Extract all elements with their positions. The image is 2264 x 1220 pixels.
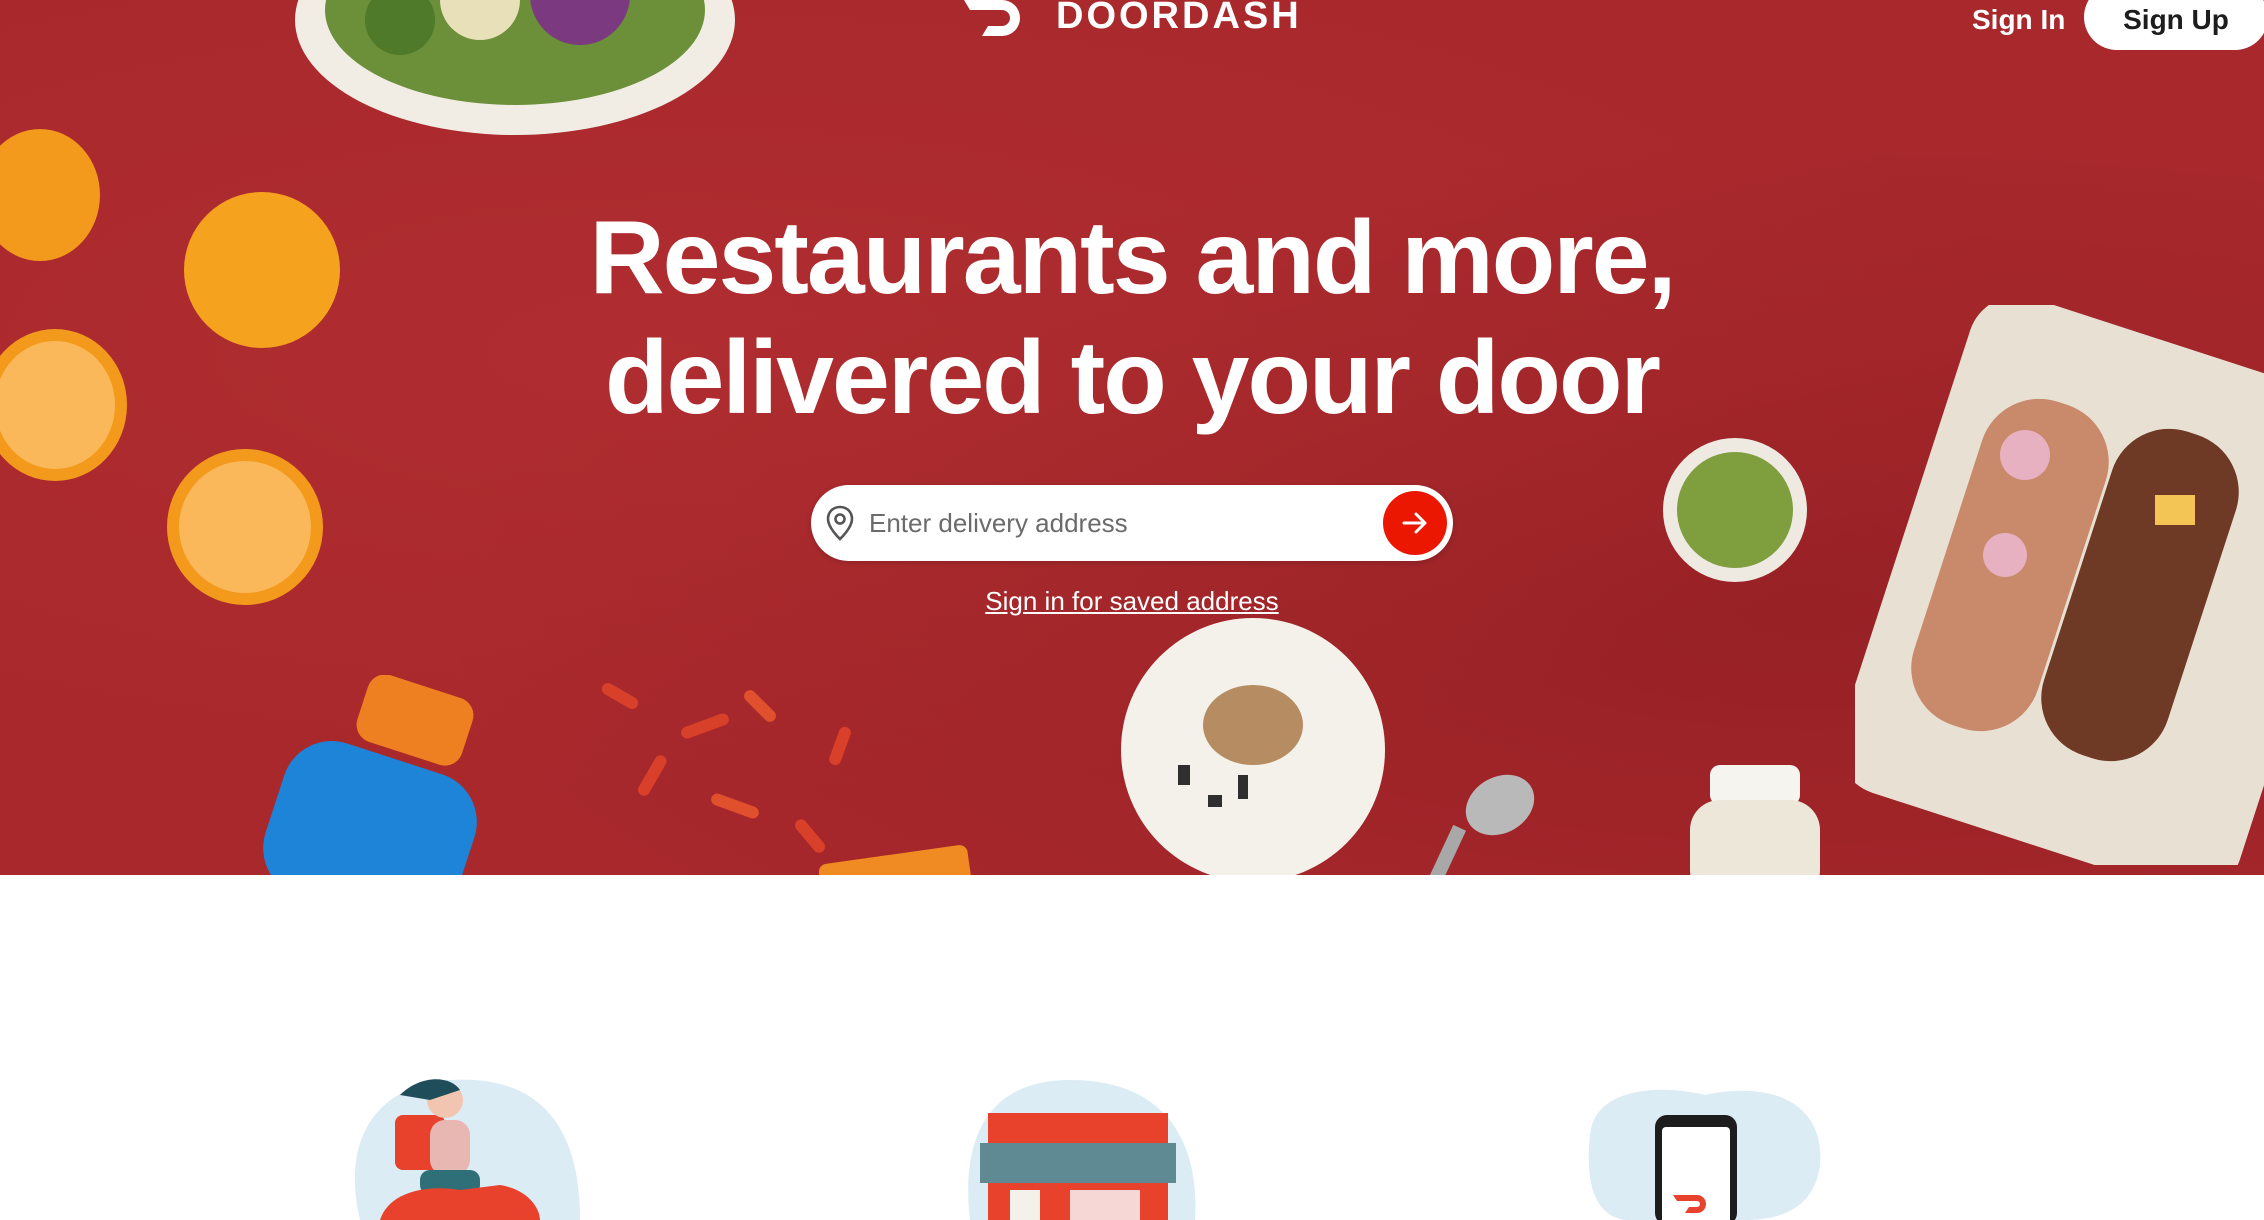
arrow-right-icon [1402, 512, 1427, 534]
spoon-image [1427, 774, 1535, 875]
storefront-illustration [968, 1080, 1196, 1220]
salad-bowl-image [295, 0, 735, 135]
sign-in-link[interactable]: Sign In [1972, 0, 2065, 40]
headline-line-2: delivered to your door [605, 320, 1661, 436]
submit-address-button[interactable] [1383, 491, 1447, 555]
delivery-address-input[interactable] [869, 493, 1369, 553]
courier-scooter-illustration [354, 1079, 580, 1220]
hero-banner: DOORDASH Sign In Sign Up Restaurants and… [0, 0, 2264, 875]
orange-half-image [167, 449, 323, 605]
snack-chips-image [601, 683, 971, 875]
hero-headline: Restaurants and more, delivered to your … [0, 198, 2264, 438]
brand-name: DOORDASH [1056, 0, 1302, 37]
guacamole-cup-image [1663, 438, 1807, 582]
doordash-logo-icon [964, 0, 1020, 36]
mobile-app-illustration [1588, 1089, 1821, 1220]
drink-bottle-image [263, 675, 477, 875]
address-search-bar [811, 485, 1453, 561]
ice-cream-tub-image [1121, 618, 1385, 875]
headline-line-1: Restaurants and more, [589, 200, 1677, 316]
saved-address-link[interactable]: Sign in for saved address [0, 586, 2264, 617]
sign-up-button[interactable]: Sign Up [2084, 0, 2264, 50]
milk-bottle-image [1690, 765, 1820, 875]
brand-logo[interactable]: DOORDASH [962, 0, 1302, 46]
location-pin-icon [826, 505, 854, 541]
